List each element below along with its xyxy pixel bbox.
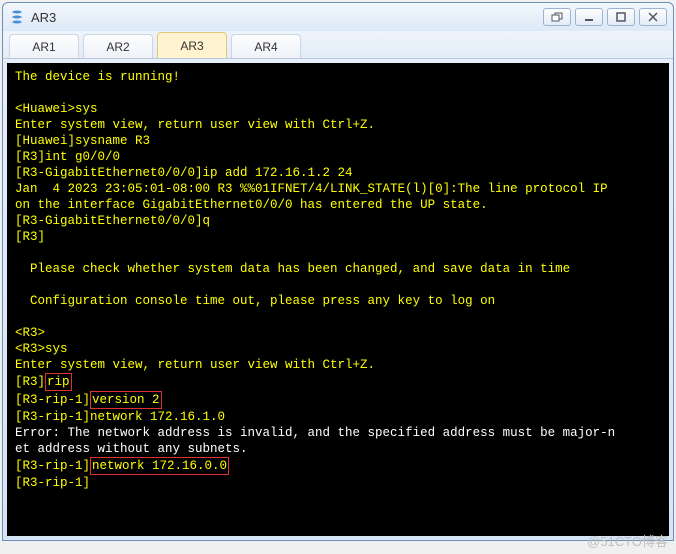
term-error-line: et address without any subnets. — [15, 441, 661, 457]
close-button[interactable] — [639, 8, 667, 26]
highlight-rip: rip — [45, 373, 72, 391]
tab-ar2[interactable]: AR2 — [83, 34, 153, 58]
tab-label: AR3 — [180, 39, 203, 53]
tab-ar1[interactable]: AR1 — [9, 34, 79, 58]
terminal[interactable]: The device is running! <Huawei>sys Enter… — [7, 63, 669, 536]
term-line: [R3-rip-1]network 172.16.1.0 — [15, 409, 661, 425]
maximize-button[interactable] — [607, 8, 635, 26]
titlebar: AR3 — [3, 3, 673, 31]
term-line: [Huawei]sysname R3 — [15, 133, 661, 149]
term-line: Configuration console time out, please p… — [15, 293, 661, 309]
tabstrip: AR1 AR2 AR3 AR4 — [3, 31, 673, 59]
term-line: [R3]int g0/0/0 — [15, 149, 661, 165]
app-icon — [9, 9, 25, 25]
term-line: [R3-rip-1]network 172.16.0.0 — [15, 457, 661, 475]
tab-ar4[interactable]: AR4 — [231, 34, 301, 58]
extra-window-button[interactable] — [543, 8, 571, 26]
tab-ar3[interactable]: AR3 — [157, 32, 227, 58]
window-controls — [543, 8, 667, 26]
term-line: [R3-rip-1]version 2 — [15, 391, 661, 409]
highlight-network: network 172.16.0.0 — [90, 457, 229, 475]
tab-label: AR2 — [106, 40, 129, 54]
term-line: The device is running! — [15, 69, 661, 85]
watermark: @51CTO博客 — [587, 531, 668, 550]
term-line: [R3]rip — [15, 373, 661, 391]
term-line: <Huawei>sys — [15, 101, 661, 117]
window-title: AR3 — [31, 10, 543, 25]
term-error-line: Error: The network address is invalid, a… — [15, 425, 661, 441]
app-window: AR3 AR1 AR2 AR3 AR4 The device is runnin… — [2, 2, 674, 541]
term-line: Enter system view, return user view with… — [15, 117, 661, 133]
term-line: [R3-GigabitEthernet0/0/0]ip add 172.16.1… — [15, 165, 661, 181]
term-line: <R3>sys — [15, 341, 661, 357]
tab-label: AR4 — [254, 40, 277, 54]
term-line: <R3> — [15, 325, 661, 341]
term-line: [R3] — [15, 229, 661, 245]
term-line: [R3-rip-1] — [15, 475, 661, 491]
term-line: Jan 4 2023 23:05:01-08:00 R3 %%01IFNET/4… — [15, 181, 661, 197]
tab-label: AR1 — [32, 40, 55, 54]
highlight-version: version 2 — [90, 391, 162, 409]
term-line: Please check whether system data has bee… — [15, 261, 661, 277]
term-line: [R3-GigabitEthernet0/0/0]q — [15, 213, 661, 229]
term-line: on the interface GigabitEthernet0/0/0 ha… — [15, 197, 661, 213]
term-line: Enter system view, return user view with… — [15, 357, 661, 373]
minimize-button[interactable] — [575, 8, 603, 26]
